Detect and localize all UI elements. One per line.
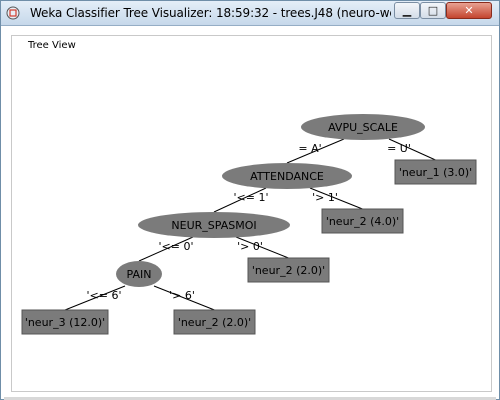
- app-window: Weka Classifier Tree Visualizer: 18:59:3…: [0, 0, 500, 400]
- tree-node-label-l3: 'neur_2 (2.0)': [252, 264, 325, 277]
- tree-node-label-n4: PAIN: [127, 268, 152, 281]
- tree-edge-label-n1-l1: = U': [387, 142, 411, 155]
- tree-edge-label-n3-n4: '<= 0': [159, 240, 194, 253]
- tree-node-label-n3: NEUR_SPASMOI: [171, 219, 256, 232]
- minimize-button[interactable]: ▁: [394, 2, 420, 19]
- close-icon: ✕: [464, 4, 474, 17]
- title-bar[interactable]: Weka Classifier Tree Visualizer: 18:59:3…: [1, 1, 499, 26]
- tree-canvas[interactable]: = A' = U' '<= 1' '> 1' '<= 0' '> 0' '<= 6' '> 6…: [4, 26, 496, 398]
- content-area: Tree View = A' = U' '<= 1' '> 1' '<= 0' '> 0'…: [4, 26, 496, 398]
- tree-edge-label-n4-l5: '> 6': [169, 289, 195, 302]
- close-button[interactable]: ✕: [446, 2, 492, 19]
- tree-node-label-n2: ATTENDANCE: [250, 170, 324, 183]
- tree-node-label-l1: 'neur_1 (3.0)': [399, 166, 472, 179]
- tree-edge-label-n2-l2: '> 1': [312, 191, 338, 204]
- tree-edge-label-n4-l4: '<= 6': [87, 289, 122, 302]
- tree-edge-label-n3-l3: '> 0': [237, 240, 263, 253]
- window-title: Weka Classifier Tree Visualizer: 18:59:3…: [30, 6, 391, 20]
- tree-node-label-n1: AVPU_SCALE: [328, 121, 398, 134]
- tree-node-label-l5: 'neur_2 (2.0)': [178, 316, 251, 329]
- weka-app-icon: [6, 6, 20, 20]
- maximize-button[interactable]: □: [420, 2, 446, 19]
- tree-edge-label-n2-n3: '<= 1': [234, 191, 269, 204]
- minimize-icon: ▁: [402, 4, 412, 17]
- tree-node-label-l4: 'neur_3 (12.0)': [25, 316, 105, 329]
- tree-node-label-l2: 'neur_2 (4.0)': [326, 215, 399, 228]
- maximize-icon: □: [427, 4, 439, 17]
- tree-edge-label-n1-n2: = A': [298, 142, 321, 155]
